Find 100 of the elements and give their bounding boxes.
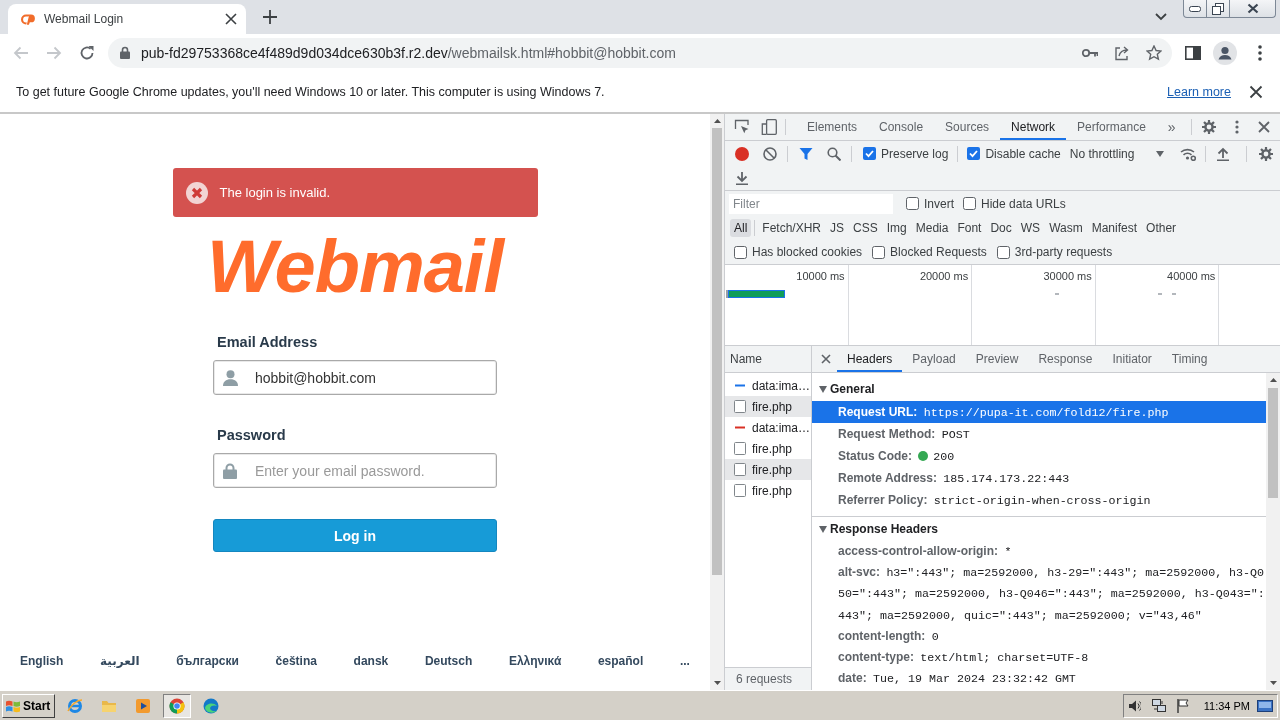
chevron-down-icon[interactable]: [1155, 13, 1167, 21]
scroll-up-arrow-icon[interactable]: [1269, 378, 1277, 382]
close-icon[interactable]: [225, 13, 237, 25]
filter-field[interactable]: Filter: [729, 193, 893, 214]
email-field[interactable]: hobbit@hobbit.com: [213, 360, 497, 395]
type-filter[interactable]: Font: [953, 219, 986, 237]
more-options-icon[interactable]: [1235, 120, 1239, 134]
language-link[interactable]: English: [20, 654, 64, 668]
more-languages-button[interactable]: ...: [679, 654, 690, 668]
key-icon[interactable]: [1082, 47, 1098, 58]
scroll-down-arrow-icon[interactable]: [1269, 681, 1277, 685]
learn-more-link[interactable]: Learn more: [1167, 84, 1231, 99]
reload-icon[interactable]: [79, 44, 95, 61]
checkbox[interactable]: [906, 197, 919, 210]
checkbox-label[interactable]: Invert: [924, 196, 954, 211]
checkbox[interactable]: [734, 245, 747, 259]
start-button[interactable]: Start: [2, 693, 56, 718]
lock-icon[interactable]: [120, 46, 130, 59]
section-header[interactable]: Response Headers: [812, 517, 1266, 541]
scrollbar-thumb[interactable]: [712, 128, 722, 575]
type-filter[interactable]: Wasm: [1045, 219, 1087, 237]
star-icon[interactable]: [1146, 44, 1162, 61]
share-icon[interactable]: [1114, 44, 1130, 61]
clock[interactable]: 11:34 PM: [1203, 699, 1250, 712]
type-filter[interactable]: Fetch/XHR: [758, 219, 826, 237]
profile-avatar-icon[interactable]: [1213, 40, 1237, 65]
close-window-button[interactable]: [1230, 0, 1276, 18]
type-filter[interactable]: Doc: [986, 219, 1016, 237]
wifi-gear-icon[interactable]: [1180, 146, 1197, 161]
language-link[interactable]: čeština: [275, 654, 317, 668]
minimize-button[interactable]: [1183, 0, 1207, 18]
detail-tab[interactable]: Response: [1028, 346, 1103, 372]
panel-tab[interactable]: Console: [868, 114, 935, 140]
password-field[interactable]: Enter your email password.: [213, 453, 497, 488]
search-icon[interactable]: [827, 146, 841, 161]
scrollbar[interactable]: [1266, 373, 1280, 690]
detail-tab[interactable]: Headers: [837, 346, 903, 372]
type-filter[interactable]: Manifest: [1087, 219, 1142, 237]
checkbox-label[interactable]: Blocked Requests: [890, 245, 987, 259]
throttling-select[interactable]: No throttling: [1069, 146, 1165, 161]
checkbox[interactable]: [963, 197, 976, 210]
detail-tab[interactable]: Payload: [902, 346, 966, 372]
settings-icon[interactable]: [1202, 120, 1216, 134]
checkbox[interactable]: [967, 147, 981, 160]
detail-tab[interactable]: Initiator: [1102, 346, 1162, 372]
scrollbar[interactable]: [710, 114, 724, 690]
panel-tab[interactable]: Performance: [1066, 114, 1157, 140]
close-icon[interactable]: [1258, 121, 1270, 133]
more-tabs-button[interactable]: »: [1163, 119, 1180, 135]
browser-tab[interactable]: Webmail Login: [8, 4, 246, 34]
detail-tab[interactable]: Preview: [965, 346, 1029, 372]
language-link[interactable]: dansk: [353, 654, 389, 668]
flag-icon[interactable]: [1175, 698, 1190, 713]
type-filter[interactable]: All: [730, 219, 752, 237]
settings-icon[interactable]: [1259, 146, 1274, 161]
type-filter[interactable]: WS: [1016, 219, 1045, 237]
request-row[interactable]: fire.php: [725, 438, 811, 459]
devices-icon[interactable]: [761, 119, 777, 135]
language-link[interactable]: Deutsch: [424, 654, 473, 668]
type-filter[interactable]: Img: [882, 219, 911, 237]
plus-icon[interactable]: [263, 10, 277, 24]
type-filter[interactable]: Media: [911, 219, 953, 237]
restore-button[interactable]: [1207, 0, 1230, 18]
checkbox-label[interactable]: Disable cache: [985, 146, 1061, 161]
request-row[interactable]: data:ima…: [725, 375, 811, 396]
detail-tab[interactable]: Timing: [1161, 346, 1218, 372]
column-header[interactable]: Name: [725, 346, 811, 373]
show-desktop-icon[interactable]: [1257, 699, 1273, 712]
panel-tab[interactable]: Sources: [934, 114, 1001, 140]
filter-icon[interactable]: [799, 146, 813, 161]
request-row[interactable]: data:ima…: [725, 417, 811, 438]
type-filter[interactable]: CSS: [849, 219, 882, 237]
checkbox-label[interactable]: 3rd-party requests: [1014, 245, 1113, 259]
address-bar[interactable]: pub-fd29753368ce4f489d9d034dce630b3f.r2.dev/webmailsk.html#hobbit@hobbit.com: [108, 37, 1172, 68]
language-link[interactable]: العربية: [100, 654, 140, 668]
type-filter[interactable]: JS: [826, 219, 849, 237]
network-icon[interactable]: [1151, 698, 1166, 713]
side-panel-icon[interactable]: [1185, 44, 1201, 61]
header-entry[interactable]: Request URL: https://pupa-it.com/fold12/fire.php: [812, 401, 1266, 423]
taskbar-app-button[interactable]: [163, 693, 192, 718]
request-row[interactable]: fire.php: [725, 396, 811, 417]
menu-icon[interactable]: [1258, 44, 1262, 61]
record-icon[interactable]: [735, 146, 749, 161]
language-link[interactable]: Ελληνικά: [508, 654, 562, 668]
panel-tab[interactable]: Elements: [796, 114, 869, 140]
volume-icon[interactable]: [1128, 699, 1141, 712]
checkbox-label[interactable]: Hide data URLs: [981, 196, 1066, 211]
circle-slash-icon[interactable]: [763, 146, 777, 161]
language-link[interactable]: български: [176, 654, 239, 668]
scroll-up-arrow-icon[interactable]: [713, 119, 721, 123]
scrollbar-thumb[interactable]: [1268, 388, 1278, 498]
close-icon[interactable]: [1249, 84, 1263, 99]
type-filter[interactable]: Other: [1142, 219, 1181, 237]
scroll-down-arrow-icon[interactable]: [713, 681, 721, 685]
language-link[interactable]: español: [597, 654, 644, 668]
checkbox[interactable]: [863, 147, 876, 160]
checkbox[interactable]: [872, 245, 886, 259]
section-header[interactable]: General: [812, 377, 1266, 401]
upload-icon[interactable]: [1217, 146, 1230, 161]
checkbox-label[interactable]: Has blocked cookies: [752, 245, 863, 259]
